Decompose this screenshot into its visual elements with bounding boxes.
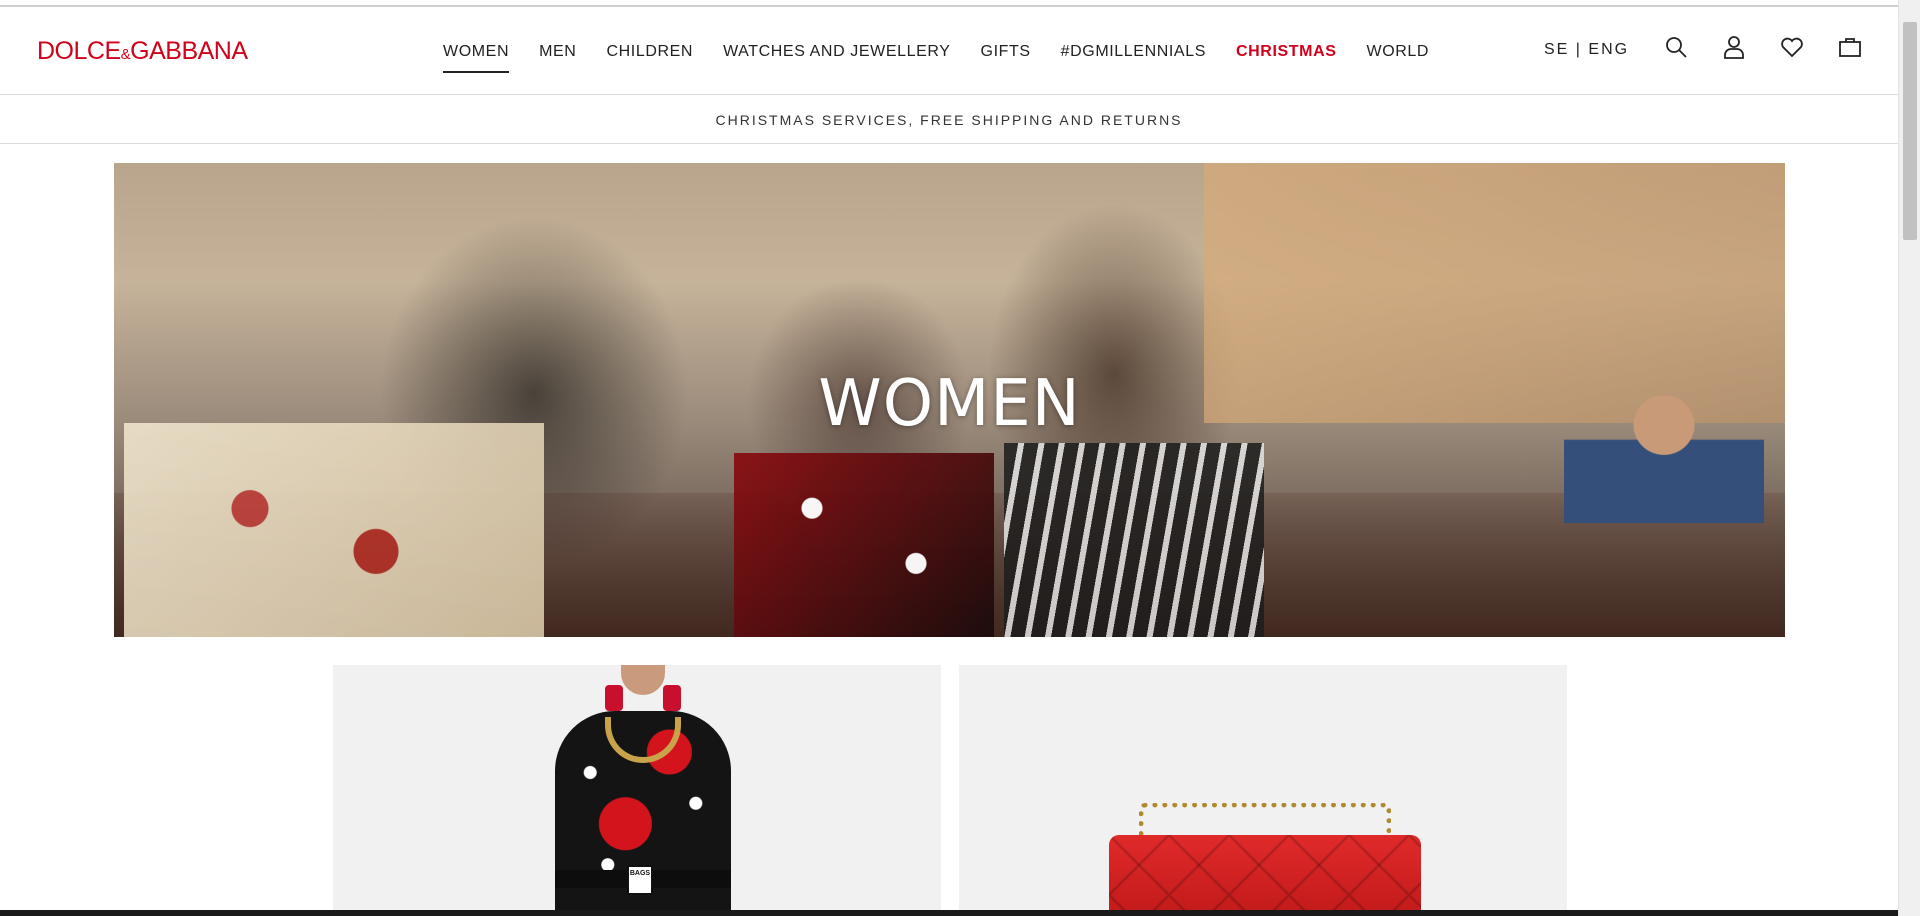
- bag-body: [1109, 835, 1421, 916]
- logo-ampersand: &: [120, 46, 131, 63]
- page-scrollbar[interactable]: [1898, 0, 1920, 916]
- nav-item-gifts[interactable]: GIFTS: [966, 43, 1046, 61]
- brand-logo[interactable]: DOLCE&GABBANA: [37, 37, 248, 66]
- main-navigation: WOMEN MEN CHILDREN WATCHES AND JEWELLERY…: [443, 43, 1445, 73]
- earring-left: [605, 685, 623, 711]
- hero-banner-women[interactable]: WOMEN: [114, 163, 1785, 637]
- nav-item-world[interactable]: WORLD: [1352, 43, 1445, 61]
- wishlist-heart-icon[interactable]: [1778, 33, 1806, 61]
- logo-text-dolce: DOLCE: [37, 37, 121, 65]
- hero-title-wrap: WOMEN: [114, 163, 1785, 637]
- locale-selector[interactable]: SE | ENG: [1544, 41, 1629, 59]
- earring-right: [663, 685, 681, 711]
- product-card-dress[interactable]: BAGS: [333, 665, 941, 916]
- nav-item-christmas[interactable]: CHRISTMAS: [1221, 43, 1352, 61]
- header-actions: [1662, 33, 1864, 61]
- scrollbar-thumb[interactable]: [1903, 22, 1917, 240]
- hero-title: WOMEN: [818, 367, 1081, 441]
- account-icon[interactable]: [1720, 33, 1748, 61]
- model-face: [621, 665, 665, 695]
- promo-text: CHRISTMAS SERVICES, FREE SHIPPING AND RE…: [715, 111, 1183, 128]
- nav-item-children[interactable]: CHILDREN: [591, 43, 708, 61]
- product-image-bag: [1109, 803, 1421, 916]
- nav-item-women[interactable]: WOMEN: [443, 43, 524, 73]
- bottom-edge-bar: [0, 910, 1898, 916]
- promo-banner[interactable]: CHRISTMAS SERVICES, FREE SHIPPING AND RE…: [0, 96, 1898, 144]
- browser-top-edge: [0, 0, 1898, 7]
- product-image-dress: BAGS: [543, 665, 743, 916]
- logo-text-gabbana: GABBANA: [130, 37, 248, 65]
- site-header: DOLCE&GABBANA WOMEN MEN CHILDREN WATCHES…: [0, 8, 1898, 95]
- nav-item-dgmillennials[interactable]: #DGMILLENNIALS: [1046, 43, 1221, 61]
- search-icon[interactable]: [1662, 33, 1690, 61]
- nav-item-men[interactable]: MEN: [524, 43, 591, 61]
- nav-item-watches-and-jewellery[interactable]: WATCHES AND JEWELLERY: [708, 43, 965, 61]
- belt-tag: BAGS: [627, 865, 653, 895]
- product-card-bag[interactable]: [959, 665, 1567, 916]
- shopping-bag-icon[interactable]: [1836, 33, 1864, 61]
